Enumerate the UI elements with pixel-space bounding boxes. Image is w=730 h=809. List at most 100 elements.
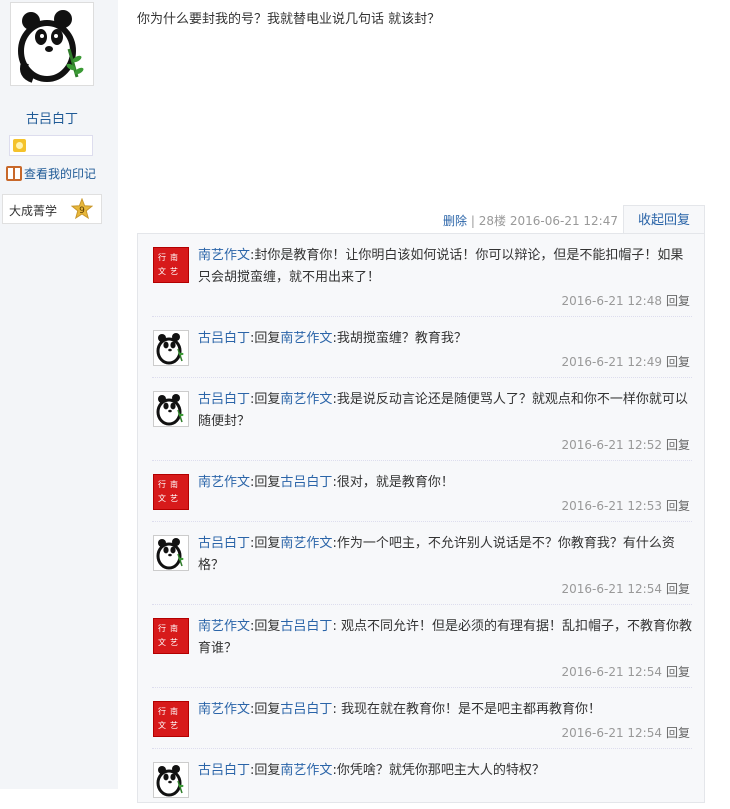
reply-username[interactable]: 南艺作文	[198, 475, 250, 490]
seal-glyph: 艺	[170, 494, 178, 503]
reply-body: :很对，就是教育你！	[332, 475, 454, 490]
reply-word: 回复	[254, 392, 281, 407]
reply-word: 回复	[254, 536, 281, 551]
reply-timestamp: 2016-6-21 12:48	[561, 294, 662, 308]
reply-username[interactable]: 古吕白丁	[198, 763, 250, 778]
seal-glyph: 文	[158, 638, 166, 647]
reply-item: 古吕白丁:回复南艺作文:我是说反动言论还是随便骂人了？就观点和你不一样你就可以随…	[138, 378, 706, 461]
panda-avatar-icon	[11, 3, 93, 85]
seal-glyph: 文	[158, 494, 166, 503]
seal-glyph: 艺	[170, 267, 178, 276]
level-star-icon: 9	[71, 198, 93, 220]
reply-text: 古吕白丁:回复南艺作文:我胡搅蛮缠？教育我？	[198, 328, 692, 350]
panda-avatar-icon	[154, 536, 188, 570]
meta-separator: |	[470, 214, 475, 228]
reply-to-username[interactable]: 南艺作文	[280, 536, 332, 551]
reply-item: 古吕白丁:回复南艺作文:我胡搅蛮缠？教育我？ 2016-6-21 12:49 回复	[138, 317, 706, 378]
level-badge[interactable]: 大成菁学 9	[2, 194, 102, 224]
seal-glyph: 行	[158, 624, 166, 633]
reply-meta: 2016-6-21 12:54 回复	[561, 580, 690, 597]
reply-word: 回复	[254, 331, 281, 346]
reply-timestamp: 2016-6-21 12:52	[561, 438, 662, 452]
reply-word: 回复	[254, 619, 281, 634]
reply-word: 回复	[254, 763, 281, 778]
level-number: 9	[79, 206, 85, 216]
reply-avatar[interactable]: 行南文艺	[153, 701, 189, 737]
reply-username[interactable]: 古吕白丁	[198, 331, 250, 346]
reply-to-username[interactable]: 南艺作文	[280, 392, 332, 407]
seal-glyph: 行	[158, 480, 166, 489]
reply-item: 行南文艺南艺作文:回复古吕白丁: 我现在就在教育你！是不是吧主都再教育你！ 201…	[138, 688, 706, 749]
panda-avatar-icon	[154, 763, 188, 797]
view-imprint-link[interactable]: 查看我的印记	[6, 165, 96, 182]
reply-item: 行南文艺南艺作文:回复古吕白丁:很对，就是教育你！ 2016-6-21 12:53…	[138, 461, 706, 522]
post-content: 你为什么要封我的号？我就替电业说几句话 就该封？	[137, 12, 441, 27]
reply-timestamp: 2016-6-21 12:54	[561, 665, 662, 679]
reply-button[interactable]: 回复	[666, 582, 690, 596]
book-icon	[6, 166, 22, 181]
reply-to-username[interactable]: 古吕白丁	[280, 702, 332, 717]
reply-avatar[interactable]: 行南文艺	[153, 474, 189, 510]
reply-item: 行南文艺南艺作文:回复古吕白丁: 观点不同允许！但是必须的有理有据！乱扣帽子，不…	[138, 605, 706, 688]
author-avatar[interactable]	[10, 2, 94, 86]
reply-button[interactable]: 回复	[666, 438, 690, 452]
reply-text: 古吕白丁:回复南艺作文:你凭啥？就凭你那吧主大人的特权？	[198, 760, 692, 782]
reply-meta: 2016-6-21 12:49 回复	[561, 353, 690, 370]
reply-timestamp: 2016-6-21 12:49	[561, 355, 662, 369]
reply-username[interactable]: 古吕白丁	[198, 392, 250, 407]
view-imprint-label: 查看我的印记	[24, 167, 97, 181]
reply-text: 南艺作文:回复古吕白丁: 我现在就在教育你！是不是吧主都再教育你！	[198, 699, 692, 721]
reply-body: 封你是教育你！让你明白该如何说话！你可以辩论，但是不能扣帽子！如果只会胡搅蛮缠，…	[198, 248, 684, 285]
post-meta: 删除 | 28楼 2016-06-21 12:47	[443, 212, 618, 229]
reply-timestamp: 2016-6-21 12:54	[561, 582, 662, 596]
seal-glyph: 文	[158, 721, 166, 730]
reply-username[interactable]: 古吕白丁	[198, 536, 250, 551]
reply-body: :我胡搅蛮缠？教育我？	[332, 331, 467, 346]
reply-avatar[interactable]: 行南文艺	[153, 247, 189, 283]
reply-to-username[interactable]: 古吕白丁	[280, 619, 332, 634]
author-username[interactable]: 古吕白丁	[0, 108, 104, 127]
seal-glyph: 南	[170, 624, 178, 633]
badge-box[interactable]	[9, 135, 93, 156]
reply-meta: 2016-6-21 12:54 回复	[561, 724, 690, 741]
level-name: 大成菁学	[9, 204, 58, 218]
reply-username[interactable]: 南艺作文	[198, 619, 250, 634]
seal-glyph: 南	[170, 707, 178, 716]
seal-glyph: 南	[170, 480, 178, 489]
reply-word: 回复	[254, 475, 281, 490]
reply-timestamp: 2016-6-21 12:54	[561, 726, 662, 740]
reply-text: 古吕白丁:回复南艺作文:我是说反动言论还是随便骂人了？就观点和你不一样你就可以随…	[198, 389, 692, 433]
sun-badge-icon	[13, 139, 26, 152]
seal-glyph: 艺	[170, 638, 178, 647]
reply-body: : 我现在就在教育你！是不是吧主都再教育你！	[332, 702, 601, 717]
reply-button[interactable]: 回复	[666, 665, 690, 679]
reply-avatar[interactable]	[153, 330, 189, 366]
reply-avatar[interactable]	[153, 762, 189, 798]
reply-text: 南艺作文:封你是教育你！让你明白该如何说话！你可以辩论，但是不能扣帽子！如果只会…	[198, 245, 692, 289]
reply-item: 古吕白丁:回复南艺作文:你凭啥？就凭你那吧主大人的特权？	[138, 749, 706, 809]
reply-item: 古吕白丁:回复南艺作文:作为一个吧主，不允许别人说话是不？你教育我？有什么资格？…	[138, 522, 706, 605]
panda-avatar-icon	[154, 331, 188, 365]
reply-body: :你凭啥？就凭你那吧主大人的特权？	[332, 763, 545, 778]
delete-link[interactable]: 删除	[443, 214, 467, 228]
reply-avatar[interactable]: 行南文艺	[153, 618, 189, 654]
reply-button[interactable]: 回复	[666, 726, 690, 740]
reply-button[interactable]: 回复	[666, 355, 690, 369]
reply-word: 回复	[254, 702, 281, 717]
author-sidebar: 古吕白丁 查看我的印记 大成菁学 9	[0, 0, 118, 789]
reply-avatar[interactable]	[153, 391, 189, 427]
reply-to-username[interactable]: 古吕白丁	[280, 475, 332, 490]
reply-button[interactable]: 回复	[666, 294, 690, 308]
reply-meta: 2016-6-21 12:53 回复	[561, 497, 690, 514]
reply-username[interactable]: 南艺作文	[198, 248, 250, 263]
reply-meta: 2016-6-21 12:54 回复	[561, 663, 690, 680]
reply-username[interactable]: 南艺作文	[198, 702, 250, 717]
reply-avatar[interactable]	[153, 535, 189, 571]
seal-glyph: 南	[170, 253, 178, 262]
reply-to-username[interactable]: 南艺作文	[280, 331, 332, 346]
collapse-replies-button[interactable]: 收起回复	[623, 205, 705, 234]
reply-text: 南艺作文:回复古吕白丁: 观点不同允许！但是必须的有理有据！乱扣帽子，不教育你教…	[198, 616, 692, 660]
reply-to-username[interactable]: 南艺作文	[280, 763, 332, 778]
reply-button[interactable]: 回复	[666, 499, 690, 513]
reply-list: 行南文艺南艺作文:封你是教育你！让你明白该如何说话！你可以辩论，但是不能扣帽子！…	[137, 233, 705, 803]
